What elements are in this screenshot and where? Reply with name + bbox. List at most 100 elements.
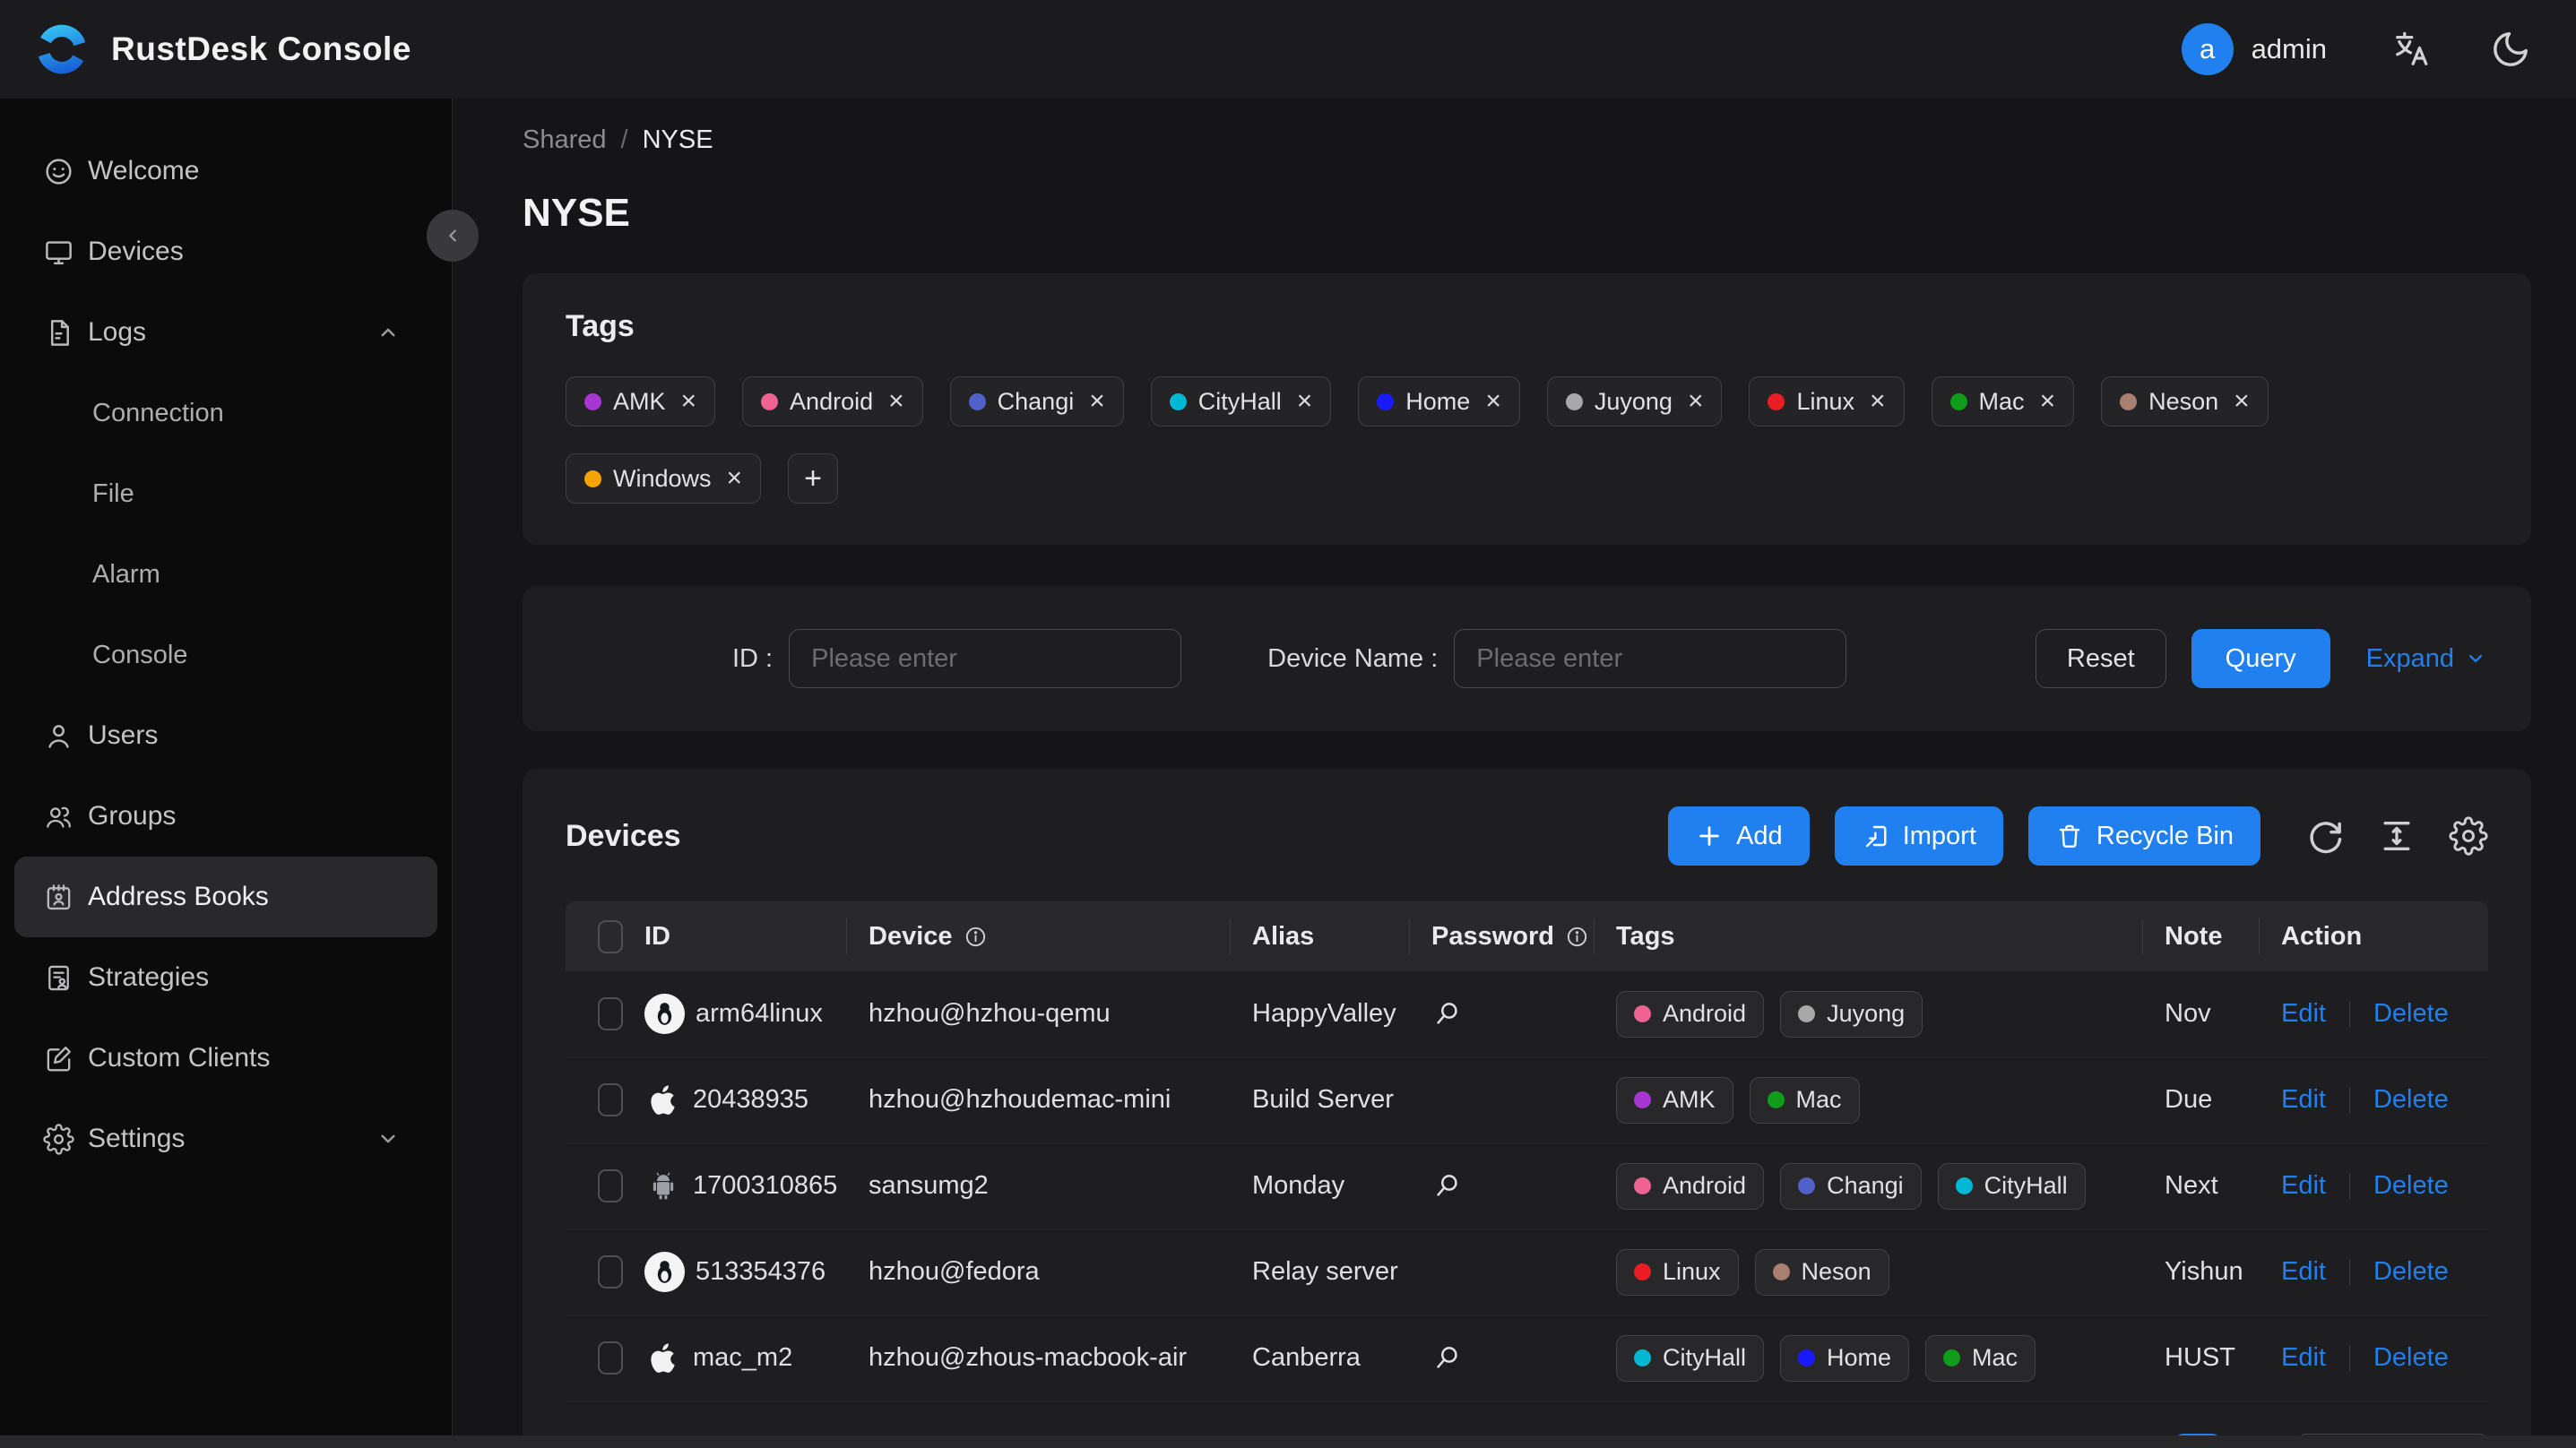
tag-label: Mac xyxy=(1795,1086,1842,1113)
sidebar-item-logs[interactable]: Logs xyxy=(14,292,437,373)
recycle-bin-button[interactable]: Recycle Bin xyxy=(2027,806,2260,866)
id-filter-input[interactable] xyxy=(789,629,1182,688)
remove-tag-icon[interactable]: × xyxy=(727,465,743,492)
tag-chip-juyong[interactable]: Juyong × xyxy=(1546,376,1723,427)
delete-link[interactable]: Delete xyxy=(2373,1343,2449,1373)
row-actions: Edit Delete xyxy=(2260,1171,2488,1201)
language-icon[interactable] xyxy=(2391,29,2433,70)
add-device-button[interactable]: Add xyxy=(1668,806,1810,866)
sidebar-item-file[interactable]: File xyxy=(14,453,437,534)
delete-link[interactable]: Delete xyxy=(2373,999,2449,1029)
edit-link[interactable]: Edit xyxy=(2281,1171,2326,1201)
column-header-tags[interactable]: Tags xyxy=(1595,901,2143,971)
sidebar-item-custom-clients[interactable]: Custom Clients xyxy=(14,1018,437,1099)
sidebar-item-console[interactable]: Console xyxy=(14,615,437,695)
edit-link[interactable]: Edit xyxy=(2281,999,2326,1029)
action-divider xyxy=(2348,1000,2350,1028)
reset-button[interactable]: Reset xyxy=(2035,629,2166,688)
user-icon xyxy=(43,720,74,752)
user-name[interactable]: admin xyxy=(2252,33,2327,65)
reveal-password-icon[interactable] xyxy=(1431,1342,1463,1374)
tag-chip-cityhall[interactable]: CityHall × xyxy=(1150,376,1332,427)
reveal-password-icon[interactable] xyxy=(1431,1170,1463,1202)
row-actions: Edit Delete xyxy=(2260,1343,2488,1373)
select-all-checkbox[interactable] xyxy=(598,919,623,953)
user-avatar[interactable]: a xyxy=(2181,23,2234,75)
sidebar-item-strategies[interactable]: Strategies xyxy=(14,937,437,1018)
tag-label: Changi xyxy=(997,387,1075,415)
sidebar-item-alarm[interactable]: Alarm xyxy=(14,534,437,615)
row-height-button[interactable] xyxy=(2377,816,2416,856)
tag-chip-android[interactable]: Android × xyxy=(742,376,923,427)
tag-chip: Mac xyxy=(1925,1334,2036,1382)
reveal-password-icon[interactable] xyxy=(1431,998,1463,1030)
edit-link[interactable]: Edit xyxy=(2281,1257,2326,1287)
tag-label: Android xyxy=(790,387,874,415)
sidebar-item-label: Address Books xyxy=(88,882,269,911)
remove-tag-icon[interactable]: × xyxy=(2040,388,2056,415)
import-button[interactable]: Import xyxy=(1834,806,2003,866)
edit-link[interactable]: Edit xyxy=(2281,1085,2326,1115)
remove-tag-icon[interactable]: × xyxy=(1688,388,1704,415)
tag-chip-changi[interactable]: Changi × xyxy=(949,376,1124,427)
sidebar-item-devices[interactable]: Devices xyxy=(14,211,437,292)
tag-chip-windows[interactable]: Windows × xyxy=(566,453,762,504)
sidebar-item-address-books[interactable]: Address Books xyxy=(14,857,437,937)
refresh-button[interactable] xyxy=(2305,816,2345,856)
remove-tag-icon[interactable]: × xyxy=(681,388,697,415)
chevron-up-icon xyxy=(375,319,402,346)
table-settings-button[interactable] xyxy=(2449,816,2488,856)
sidebar-item-users[interactable]: Users xyxy=(14,695,437,776)
tag-chip-neson[interactable]: Neson × xyxy=(2101,376,2269,427)
sidebar-item-welcome[interactable]: Welcome xyxy=(14,131,437,211)
tag-color-dot xyxy=(1943,1349,1961,1366)
column-header-password[interactable]: Password xyxy=(1410,901,1595,971)
row-checkbox[interactable] xyxy=(598,1083,623,1116)
remove-tag-icon[interactable]: × xyxy=(1297,388,1313,415)
delete-link[interactable]: Delete xyxy=(2373,1085,2449,1115)
trash-icon xyxy=(2055,822,2084,850)
remove-tag-icon[interactable]: × xyxy=(1089,388,1105,415)
users-icon xyxy=(43,801,74,832)
breadcrumb-current: NYSE xyxy=(642,125,713,154)
delete-link[interactable]: Delete xyxy=(2373,1171,2449,1201)
tag-chip-linux[interactable]: Linux × xyxy=(1749,376,1905,427)
remove-tag-icon[interactable]: × xyxy=(888,388,904,415)
tags-card-title: Tags xyxy=(566,309,635,343)
dark-mode-toggle-icon[interactable] xyxy=(2490,29,2531,70)
column-header-id[interactable]: ID xyxy=(623,901,847,971)
device-name-filter-input[interactable] xyxy=(1454,629,1847,688)
query-button[interactable]: Query xyxy=(2191,629,2330,688)
row-checkbox[interactable] xyxy=(598,1341,623,1375)
strategy-document-icon xyxy=(43,962,74,994)
sidebar-item-groups[interactable]: Groups xyxy=(14,776,437,857)
tag-color-dot xyxy=(1169,392,1187,410)
row-checkbox[interactable] xyxy=(598,1255,623,1289)
expand-link[interactable]: Expand xyxy=(2366,644,2488,674)
remove-tag-icon[interactable]: × xyxy=(2234,388,2250,415)
edit-link[interactable]: Edit xyxy=(2281,1343,2326,1373)
row-tags: CityHall Home Mac xyxy=(1595,1334,2143,1382)
remove-tag-icon[interactable]: × xyxy=(1485,388,1501,415)
address-book-icon xyxy=(43,882,74,913)
tag-chip-home[interactable]: Home × xyxy=(1358,376,1520,427)
tag-chip-mac[interactable]: Mac × xyxy=(1931,376,2075,427)
row-checkbox[interactable] xyxy=(598,1169,623,1202)
delete-link[interactable]: Delete xyxy=(2373,1257,2449,1287)
device-id: 513354376 xyxy=(696,1257,826,1286)
sidebar-collapse-button[interactable] xyxy=(427,210,479,262)
devices-toolbar: Add Import Recycle Bin xyxy=(1668,806,2488,866)
add-tag-button[interactable]: + xyxy=(788,453,839,504)
remove-tag-icon[interactable]: × xyxy=(1870,388,1886,415)
sidebar-item-connection[interactable]: Connection xyxy=(14,373,437,453)
recycle-bin-label: Recycle Bin xyxy=(2096,821,2234,850)
column-header-note[interactable]: Note xyxy=(2143,901,2260,971)
password-cell xyxy=(1410,1170,1595,1202)
tag-chip-amk[interactable]: AMK × xyxy=(566,376,716,427)
column-header-device[interactable]: Device xyxy=(847,901,1231,971)
breadcrumb-parent[interactable]: Shared xyxy=(523,125,607,155)
sidebar-item-settings[interactable]: Settings xyxy=(14,1099,437,1179)
column-header-alias[interactable]: Alias xyxy=(1231,901,1410,971)
row-checkbox[interactable] xyxy=(598,997,623,1030)
select-all-cell xyxy=(566,901,623,971)
